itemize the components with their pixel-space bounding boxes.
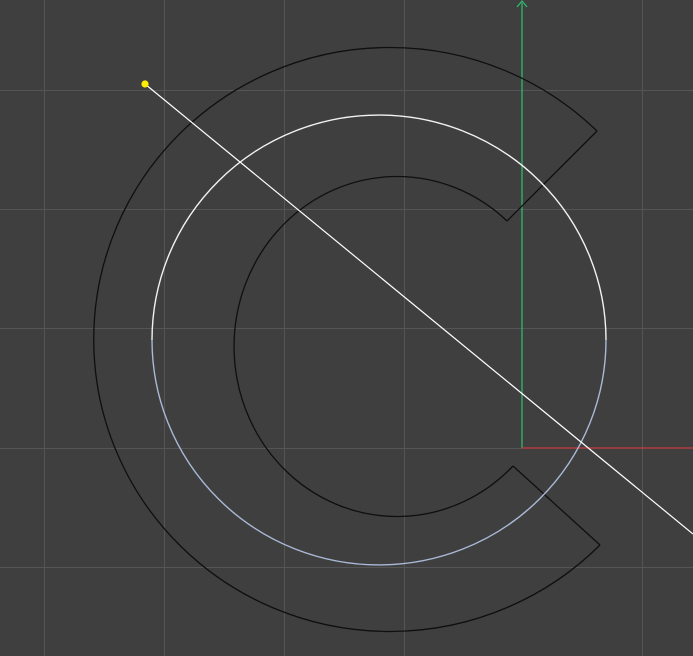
selected-circle-bottom-half <box>151 339 607 566</box>
3d-viewport[interactable] <box>0 0 693 656</box>
yellow-dot-handle-icon[interactable] <box>141 80 149 88</box>
selected-circle[interactable] <box>151 114 607 566</box>
c-shape-outline[interactable] <box>93 46 601 633</box>
c-inner-arc <box>233 175 514 518</box>
knife-guide-line <box>144 83 693 535</box>
world-axes <box>516 0 693 449</box>
viewport-canvas[interactable] <box>0 0 693 656</box>
c-end-cap-bottom <box>512 465 601 546</box>
background-grid <box>0 0 693 656</box>
c-outer-arc <box>93 46 601 633</box>
selected-circle-top-half <box>151 114 607 341</box>
c-end-cap-top <box>506 130 598 222</box>
